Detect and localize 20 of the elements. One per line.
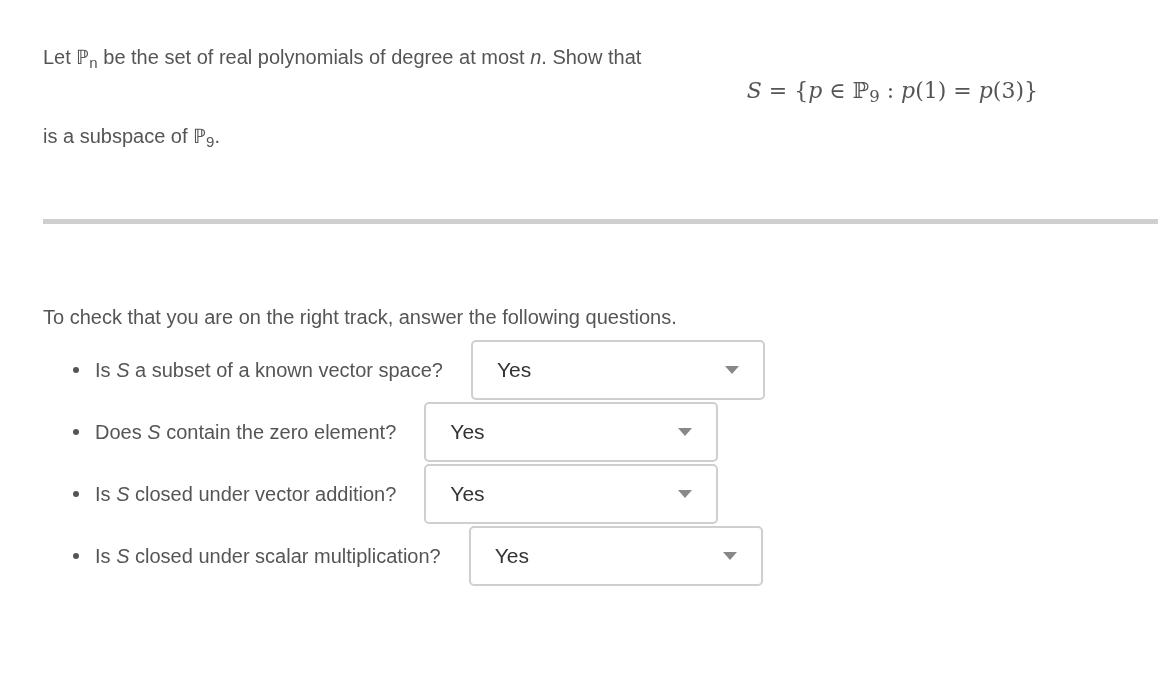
problem-statement: Let ℙ$_{n}$ be the set of real polynomials of degree at most n. Show that	[43, 45, 643, 72]
bullet-icon	[73, 429, 79, 435]
caret-icon	[725, 366, 739, 374]
question-text: Is S closed under scalar multiplication?	[95, 544, 441, 569]
question-text: Does S contain the zero element?	[95, 420, 397, 445]
caret-icon	[678, 490, 693, 498]
caret-icon	[722, 552, 737, 560]
bullet-icon	[73, 367, 79, 373]
answer-dropdown[interactable]: Yes	[471, 340, 765, 400]
set-definition-formula: S = {p ∈ ℙ$_{9}$ : p(1) = p(3)}	[746, 77, 1038, 107]
caret-icon	[678, 428, 693, 436]
check-instructions: To check that you are on the right track, answer the following questions.	[43, 305, 678, 330]
bullet-icon	[73, 491, 79, 497]
problem-statement-end: is a subspace of ℙ$_{9}$.	[43, 124, 221, 151]
answer-dropdown[interactable]: Yes	[424, 464, 719, 524]
bullet-icon	[73, 553, 79, 559]
question-text: Is S closed under vector addition?	[95, 482, 397, 507]
answer-dropdown[interactable]: Yes	[424, 402, 719, 462]
question-text: Is S a subset of a known vector space?	[95, 358, 443, 383]
answer-dropdown[interactable]: Yes	[468, 526, 763, 586]
